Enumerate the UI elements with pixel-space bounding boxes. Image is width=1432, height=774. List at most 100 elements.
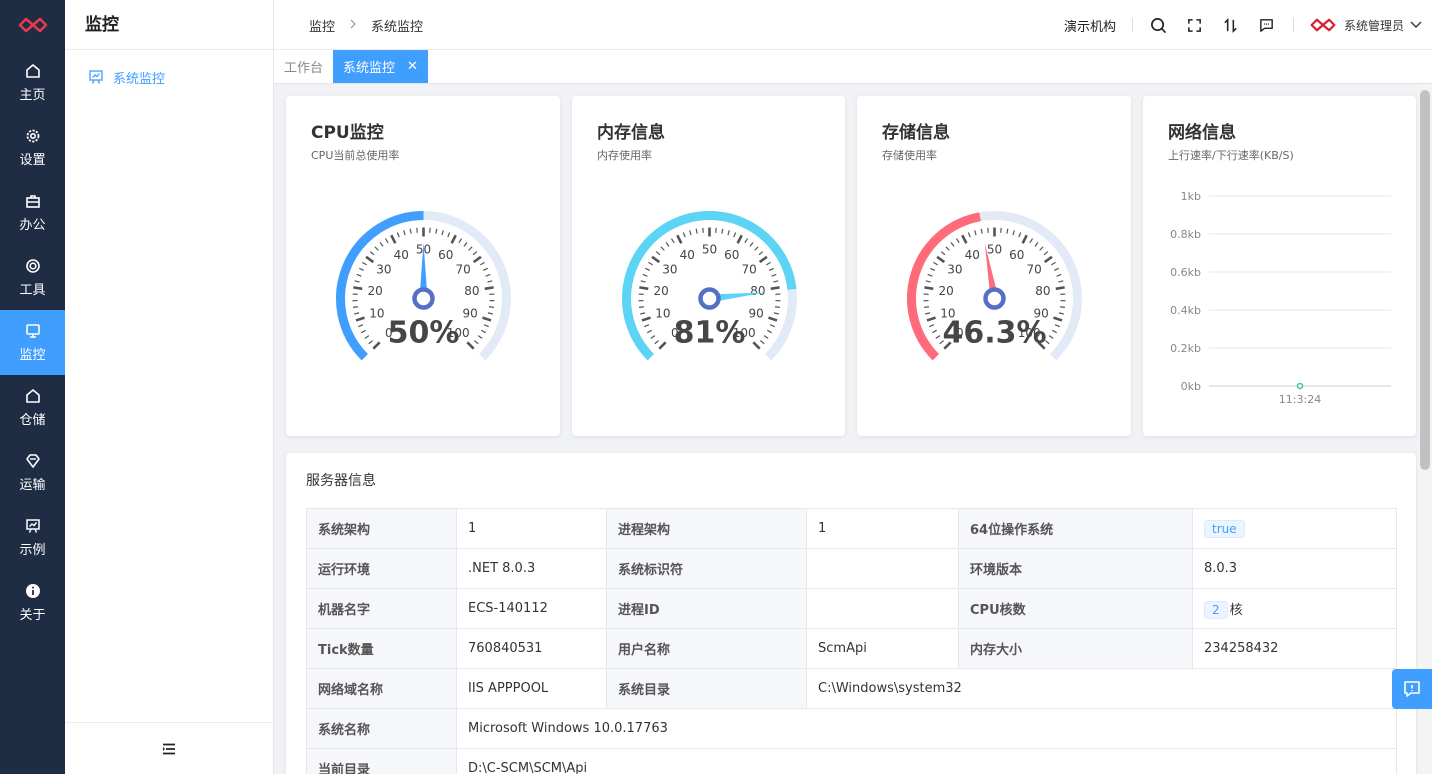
y-tick-label: 1kb [1181,190,1201,203]
gauge-tick [441,230,444,236]
gauge-tick [477,335,483,339]
switch-button[interactable] [1217,11,1245,39]
app-logo[interactable] [0,0,65,50]
gauge-tick [480,261,485,266]
gauge-tick [458,238,463,244]
gauge-tick [763,335,769,339]
server-info-table: 系统架构 1 进程架构 1 64位操作系统 true 运行环境 .NET 8.0.3 系统标识符… [306,508,1397,774]
card-title: 存储信息 [882,123,950,143]
memory-card: 内存信息 内存使用率 0 10 20 30 40 50 60 70 80 90 100 81% [572,96,845,436]
table-row: 系统架构 1 进程架构 1 64位操作系统 true [306,508,1397,549]
nav-item-presentation[interactable]: 示例 [0,505,65,570]
gauge-tick [645,267,651,271]
chevron-right-icon [349,18,357,33]
table-label-cell: 进程架构 [606,508,807,549]
gauge-tick-label: 50 [987,243,1002,257]
close-icon[interactable]: ✕ [407,59,418,74]
gauge-tick [980,228,983,234]
sub-sidebar-item-label: 系统监控 [113,71,166,87]
table-value-cell: 2核 [1192,588,1397,629]
table-value-cell: 1 [456,508,607,549]
card-title: 网络信息 [1168,123,1236,143]
sort-arrows-icon [1224,17,1238,33]
gauge-tick [773,280,779,283]
gauge-tick [670,238,675,244]
gauge-tick [368,340,374,345]
gauge-tick [925,312,931,315]
gauge-tick [369,251,375,256]
table-label-cell: 内存大小 [958,628,1193,669]
network-line-chart: 0kb 0.2kb 0.4kb 0.6kb 0.8kb 1kb 11:3:24 [1170,190,1391,406]
y-tick-label: 0.4kb [1170,304,1201,317]
table-value-cell: ECS-140112 [456,588,607,629]
nav-item-lifebuoy[interactable]: 工具 [0,245,65,310]
nav-item-diamond[interactable]: 运输 [0,440,65,505]
gauge-tick [1034,242,1039,247]
gauge-tick [466,341,475,350]
table-row: Tick数量 760840531 用户名称 ScmApi 内存大小 234258432 [306,628,1397,669]
gauge-tick [364,335,370,339]
gauge-tick [733,232,737,238]
gauge-tick [654,340,660,345]
table-label-cell: 系统架构 [306,508,457,549]
gauge-tick [354,312,360,315]
gauge-tick [365,255,375,264]
sub-sidebar: 监控 系统监控 [65,0,274,774]
gauge-value-label: 81% [674,316,746,351]
storage-card: 存储信息 存储使用率 0 10 20 30 40 50 60 70 80 90 100 46.3% [857,96,1131,436]
gauge-tick [640,312,646,315]
org-switcher[interactable]: 演示机构 [1064,16,1116,35]
tab-label: 系统监控 [343,61,396,76]
fullscreen-icon [1188,18,1202,32]
tab-workbench[interactable]: 工作台 [274,50,333,83]
nav-item-gear[interactable]: 设置 [0,115,65,180]
gauge-tick [484,286,494,291]
gauge-tick [481,329,487,334]
breadcrumb-item[interactable]: 监控 [309,16,335,35]
table-label-cell: 系统名称 [306,708,457,749]
nav-item-info[interactable]: 关于 [0,570,65,635]
menu-fold-icon [163,743,175,754]
nav-item-label: 关于 [19,607,46,623]
gauge-tick [736,234,743,244]
table-value-cell: 1 [806,508,959,549]
gauge-tick [482,267,488,271]
gauge-tick-label: 80 [464,284,479,298]
scrollbar-thumb[interactable] [1420,90,1430,470]
nav-item-home[interactable]: 主页 [0,50,65,115]
gauge-tick [435,228,438,234]
nav-item-warehouse[interactable]: 仓储 [0,375,65,440]
nav-item-briefcase[interactable]: 办公 [0,180,65,245]
message-button[interactable] [1253,11,1281,39]
y-tick-label: 0.8kb [1170,228,1201,241]
data-point [1296,382,1304,390]
sub-sidebar-item-system-monitor[interactable]: 系统监控 [65,50,273,104]
card-subtitle: 上行速率/下行速率(KB/S) [1168,149,1294,162]
gauge-tick [646,329,652,334]
collapse-sidebar-button[interactable] [65,722,273,774]
nav-item-monitor[interactable]: 监控 [0,310,65,375]
gauge-tick [1029,238,1034,244]
user-menu[interactable]: 系统管理员 [1308,17,1422,34]
gauge-tick-label: 10 [655,307,670,321]
search-button[interactable] [1145,11,1173,39]
feedback-button[interactable] [1392,669,1432,709]
network-card: 网络信息 上行速率/下行速率(KB/S) 0kb 0.2kb 0.4kb 0.6kb 0… [1143,96,1416,436]
gauge-tick [676,234,683,244]
gauge-tick [1054,324,1060,328]
y-tick-label: 0.2kb [1170,342,1201,355]
gauge-tick [1055,286,1065,291]
briefcase-icon [25,194,40,208]
table-value-cell: D:\C-SCM\SCM\Api [456,748,1397,774]
table-value-cell: 8.0.3 [1192,548,1397,589]
gauge-tick [768,267,774,271]
gauge-tick [769,324,775,328]
gauge-tick [773,312,779,315]
gauge-tick [665,242,670,247]
gauge-tick [644,324,650,328]
tab-system-monitor[interactable]: 系统监控 ✕ [333,50,428,83]
fullscreen-button[interactable] [1181,11,1209,39]
gauge-tick [1051,261,1056,266]
gauge-tick-label: 40 [394,248,409,262]
gauge-tick [447,232,451,238]
